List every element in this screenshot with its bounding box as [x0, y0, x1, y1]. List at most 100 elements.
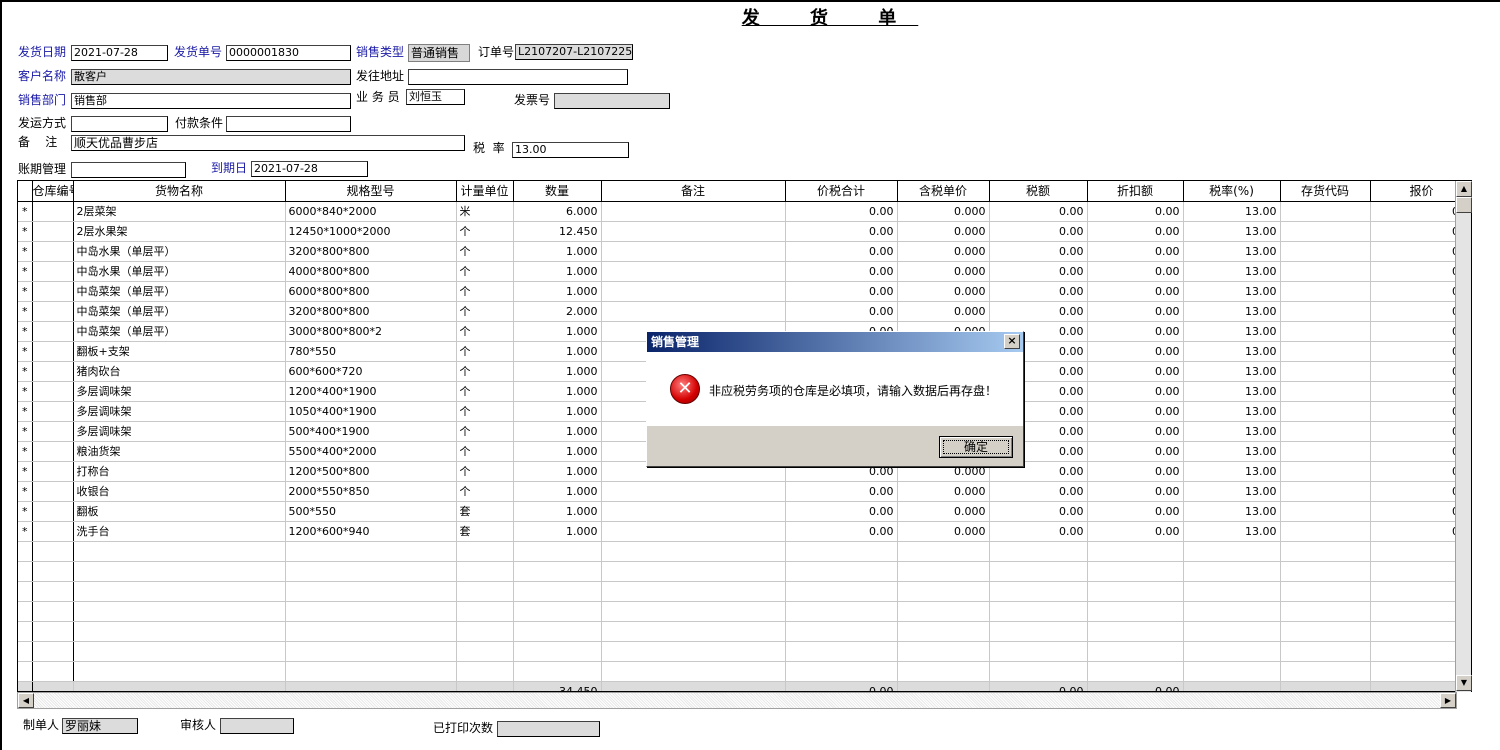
cell-empty[interactable] — [785, 581, 898, 602]
cell-disc[interactable]: 0.00 — [1087, 321, 1184, 342]
cell-empty[interactable] — [1087, 561, 1184, 582]
cell-name[interactable]: 收银台 — [73, 481, 286, 502]
cell-empty[interactable] — [32, 541, 74, 562]
cell-empty[interactable] — [601, 281, 786, 302]
cell-m[interactable]: * — [18, 241, 33, 262]
cell-qty[interactable]: 1.000 — [513, 521, 602, 542]
cell-empty[interactable] — [285, 661, 457, 682]
cell-empty[interactable] — [601, 201, 786, 222]
cell-empty[interactable] — [1087, 641, 1184, 662]
due-field[interactable]: 2021-07-28 — [251, 161, 368, 177]
cell-unit[interactable]: 个 — [456, 301, 514, 322]
grid-col-header[interactable]: 税额 — [989, 181, 1088, 202]
cell-spec[interactable]: 6000*800*800 — [285, 281, 457, 302]
cell-empty[interactable] — [456, 601, 514, 622]
grid-col-header[interactable]: 仓库编号 — [32, 181, 74, 202]
cell-empty[interactable] — [32, 341, 74, 362]
empty-row[interactable] — [18, 601, 1471, 622]
cell-disc[interactable]: 0.00 — [1087, 221, 1184, 242]
cell-rate[interactable]: 13.00 — [1183, 461, 1281, 482]
cell-spec[interactable]: 12450*1000*2000 — [285, 221, 457, 242]
cell-unit[interactable]: 米 — [456, 201, 514, 222]
cell-empty[interactable] — [1280, 661, 1371, 682]
cell-qty[interactable]: 1.000 — [513, 441, 602, 462]
cell-empty[interactable] — [456, 561, 514, 582]
scroll-down-button[interactable]: ▼ — [1456, 675, 1472, 691]
cell-empty[interactable] — [32, 481, 74, 502]
cell-spec[interactable]: 5500*400*2000 — [285, 441, 457, 462]
cell-empty[interactable] — [32, 461, 74, 482]
customer-field[interactable]: 散客户 — [71, 69, 351, 85]
cell-tax[interactable]: 0.00 — [989, 521, 1088, 542]
cell-rate[interactable]: 13.00 — [1183, 481, 1281, 502]
cell-empty[interactable] — [285, 601, 457, 622]
cell-name[interactable]: 猪肉砍台 — [73, 361, 286, 382]
cell-empty[interactable] — [989, 561, 1088, 582]
cell-empty[interactable] — [897, 621, 990, 642]
cell-price[interactable]: 0.000 — [897, 481, 990, 502]
cell-empty[interactable] — [601, 261, 786, 282]
grid-col-header[interactable]: 计量单位 — [456, 181, 514, 202]
cell-spec[interactable]: 1200*400*1900 — [285, 381, 457, 402]
cell-m[interactable]: * — [18, 421, 33, 442]
table-row[interactable]: * 中岛菜架（单层平） 6000*800*800 个 1.000 0.00 0.000 0.0… — [18, 281, 1471, 302]
cell-empty[interactable] — [1280, 261, 1371, 282]
cell-price[interactable]: 0.000 — [897, 261, 990, 282]
table-row[interactable]: * 中岛菜架（单层平） 3200*800*800 个 2.000 0.00 0.000 0.0… — [18, 301, 1471, 322]
vertical-scrollbar[interactable]: ▲ ▼ — [1455, 181, 1472, 692]
cell-spec[interactable]: 4000*800*800 — [285, 261, 457, 282]
empty-row[interactable] — [18, 561, 1471, 582]
cell-name[interactable]: 中岛水果（单层平） — [73, 261, 286, 282]
close-icon[interactable]: × — [1004, 334, 1020, 349]
cell-name[interactable]: 打称台 — [73, 461, 286, 482]
cell-empty[interactable] — [785, 641, 898, 662]
cell-empty[interactable] — [1087, 621, 1184, 642]
cell-empty[interactable] — [1280, 641, 1371, 662]
cell-disc[interactable]: 0.00 — [1087, 361, 1184, 382]
clerk-field[interactable]: 刘恒玉 — [406, 89, 465, 105]
cell-price[interactable]: 0.000 — [897, 521, 990, 542]
cell-empty[interactable] — [73, 641, 286, 662]
cell-m[interactable]: * — [18, 521, 33, 542]
cell-unit[interactable]: 个 — [456, 261, 514, 282]
cell-empty[interactable] — [1280, 321, 1371, 342]
cell-empty[interactable] — [1183, 621, 1281, 642]
cell-tax[interactable]: 0.00 — [989, 501, 1088, 522]
cell-empty[interactable] — [897, 541, 990, 562]
grid-col-header[interactable]: 备注 — [601, 181, 786, 202]
cell-total[interactable]: 0.00 — [785, 501, 898, 522]
grid-col-header[interactable]: 税率(%) — [1183, 181, 1281, 202]
cell-price[interactable]: 0.000 — [897, 221, 990, 242]
cell-empty[interactable] — [73, 621, 286, 642]
cell-qty[interactable]: 1.000 — [513, 501, 602, 522]
cell-tax[interactable]: 0.00 — [989, 241, 1088, 262]
cell-empty[interactable] — [32, 521, 74, 542]
cell-name[interactable]: 翻板+支架 — [73, 341, 286, 362]
cell-qty[interactable]: 1.000 — [513, 241, 602, 262]
ship-no-field[interactable]: 0000001830 — [226, 45, 351, 61]
cell-empty[interactable] — [1280, 581, 1371, 602]
cell-spec[interactable]: 600*600*720 — [285, 361, 457, 382]
cell-spec[interactable]: 3000*800*800*2 — [285, 321, 457, 342]
cell-empty[interactable] — [32, 641, 74, 662]
cell-m[interactable]: * — [18, 321, 33, 342]
cell-empty[interactable] — [601, 221, 786, 242]
cell-disc[interactable]: 0.00 — [1087, 341, 1184, 362]
cell-spec[interactable]: 1050*400*1900 — [285, 401, 457, 422]
cell-empty[interactable] — [601, 481, 786, 502]
cell-empty[interactable] — [1183, 641, 1281, 662]
cell-rate[interactable]: 13.00 — [1183, 201, 1281, 222]
cell-m[interactable]: * — [18, 341, 33, 362]
cell-name[interactable]: 中岛菜架（单层平） — [73, 301, 286, 322]
cell-empty[interactable] — [18, 641, 33, 662]
cell-empty[interactable] — [601, 501, 786, 522]
cell-disc[interactable]: 0.00 — [1087, 301, 1184, 322]
cell-unit[interactable]: 个 — [456, 321, 514, 342]
cell-empty[interactable] — [989, 581, 1088, 602]
scroll-up-button[interactable]: ▲ — [1456, 181, 1472, 197]
cell-name[interactable]: 2层水果架 — [73, 221, 286, 242]
cell-empty[interactable] — [18, 581, 33, 602]
cell-unit[interactable]: 套 — [456, 501, 514, 522]
cell-disc[interactable]: 0.00 — [1087, 201, 1184, 222]
cell-empty[interactable] — [897, 641, 990, 662]
